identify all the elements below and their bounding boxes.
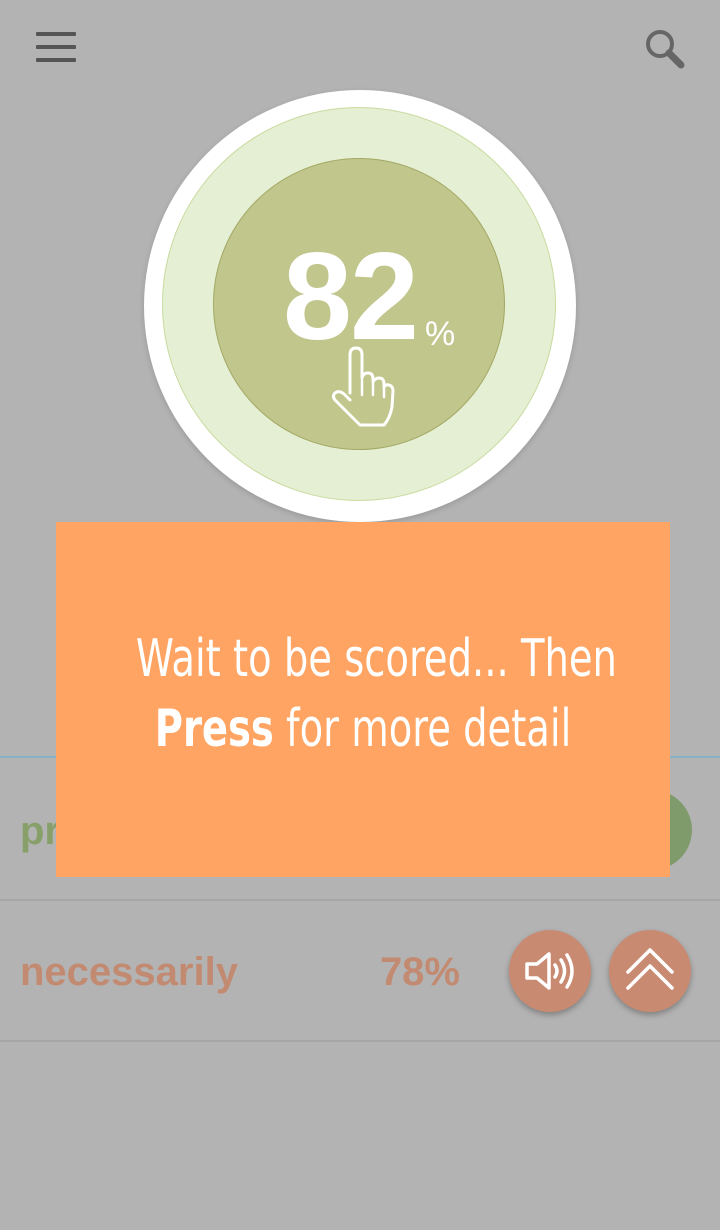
hamburger-bar	[36, 58, 76, 62]
speaker-icon	[525, 952, 574, 990]
search-button[interactable]	[640, 26, 690, 72]
word-label: pr	[20, 809, 60, 853]
word-label: necessarily	[20, 950, 238, 994]
expand-detail-button[interactable]	[609, 930, 691, 1012]
menu-button[interactable]	[30, 28, 82, 68]
tip-text-line-1: Wait to be scored... Then	[135, 629, 617, 689]
tip-text-rest: for more detail	[273, 699, 572, 759]
search-icon	[646, 30, 685, 69]
score-unit: %	[425, 315, 456, 353]
tutorial-tip-overlay[interactable]: Wait to be scored... Then Press for more…	[56, 522, 670, 877]
word-score: 78%	[379, 950, 460, 994]
chevron-double-up-icon	[626, 948, 674, 990]
score-value: 82	[283, 228, 419, 366]
play-audio-button[interactable]	[509, 930, 591, 1012]
row-divider	[0, 1040, 720, 1042]
tip-emphasis: Press	[154, 699, 274, 759]
hamburger-bar	[36, 45, 76, 49]
hamburger-menu-icon	[36, 32, 76, 36]
tap-hand-icon	[326, 345, 396, 430]
tip-text-line-2: Press for more detail	[136, 694, 590, 764]
